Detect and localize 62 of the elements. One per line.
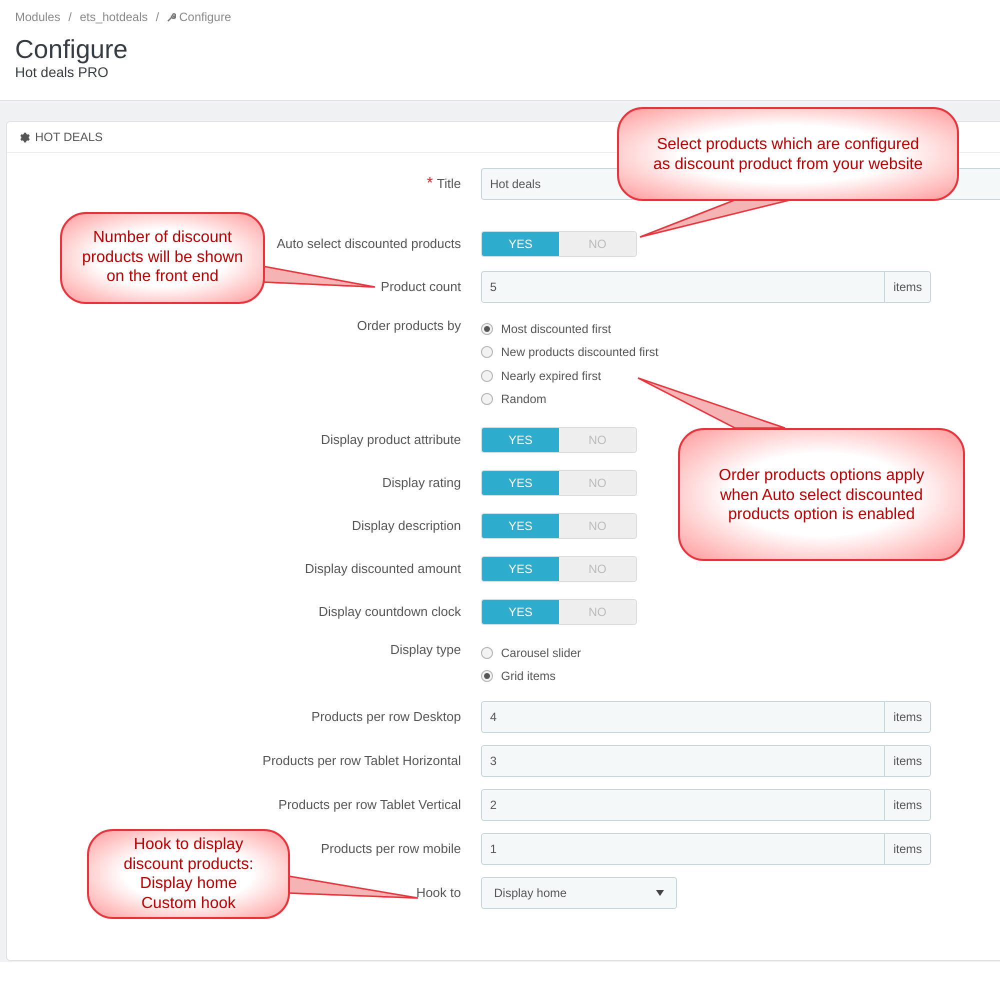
unit-addon: items [885, 745, 931, 777]
callout-text: products option is enabled [728, 505, 915, 524]
radio-button[interactable] [481, 670, 493, 682]
callout-text: Select products which are configured [656, 135, 920, 154]
radio-button[interactable] [481, 322, 493, 335]
gear-icon [19, 132, 30, 142]
field-label: Hook to [416, 884, 461, 902]
callout-text: Display home [140, 874, 237, 894]
radio-button[interactable] [481, 370, 493, 382]
radio-button[interactable] [481, 393, 493, 406]
panel-title: HOT DEALS [35, 129, 103, 146]
unit-addon: items [885, 789, 931, 821]
field-label: Products per row Tablet Horizontal [262, 752, 461, 770]
radio-label: New products discounted first [501, 344, 658, 362]
radio-label: Grid items [501, 668, 556, 686]
dropdown-select[interactable]: Display home [481, 877, 677, 909]
callout-text: on the front end [106, 267, 219, 286]
callout-text: when Auto select discounted [720, 486, 923, 505]
radio-label: Carousel slider [501, 644, 582, 662]
radio-label: Nearly expired first [501, 368, 602, 385]
radio-label: Random [501, 391, 546, 408]
unit-addon: items [885, 833, 931, 865]
radio-label: Most discounted first [501, 320, 612, 338]
field-label: Display product attribute [320, 431, 461, 450]
field-label: Display description [352, 517, 461, 536]
wrench-icon [167, 12, 176, 22]
required-mark: * [426, 174, 433, 194]
field-label: Display discounted amount [304, 560, 461, 578]
callout-text: products will be shown [82, 248, 243, 267]
field-label: Products per row Tablet Vertical [278, 796, 461, 814]
breadcrumb-link[interactable]: Modules [15, 8, 60, 26]
unit-addon: items [885, 271, 931, 303]
breadcrumb-separator: / [68, 9, 72, 26]
field-label: Display countdown clock [318, 603, 461, 622]
radio-button[interactable] [481, 346, 493, 358]
breadcrumb-link[interactable]: ets_hotdeals [80, 8, 148, 26]
field-label: Products per row mobile [320, 840, 461, 858]
breadcrumb-link[interactable]: Configure [179, 8, 232, 26]
callout-text: as discount product from your website [653, 154, 923, 174]
callout-text: Number of discount [93, 228, 232, 248]
text-field[interactable]: 4 [481, 701, 886, 733]
field-label: Display type [390, 641, 461, 660]
text-field[interactable]: 2 [481, 789, 886, 821]
text-field[interactable]: 1 [481, 833, 886, 865]
unit-addon: items [885, 701, 931, 733]
radio-button[interactable] [481, 646, 493, 659]
callout-text: discount products: [124, 854, 254, 874]
text-field[interactable]: 3 [481, 745, 886, 777]
field-label: Display rating [382, 474, 461, 492]
field-label: Auto select discounted products [276, 235, 461, 254]
text-field[interactable]: 5 [481, 271, 886, 303]
field-label: Products per row Desktop [311, 708, 461, 726]
breadcrumb-separator: / [156, 9, 160, 26]
page-subtitle: Hot deals PRO [15, 64, 110, 80]
field-label: Title [436, 175, 461, 194]
field-label: Product count [380, 278, 461, 296]
caret-icon [656, 890, 664, 896]
field-label: Order products by [356, 317, 461, 336]
page-title: Configure [15, 34, 129, 64]
callout-text: Hook to display [134, 835, 244, 854]
callout-text: Custom hook [141, 894, 236, 913]
callout-text: Order products options apply [718, 466, 924, 486]
